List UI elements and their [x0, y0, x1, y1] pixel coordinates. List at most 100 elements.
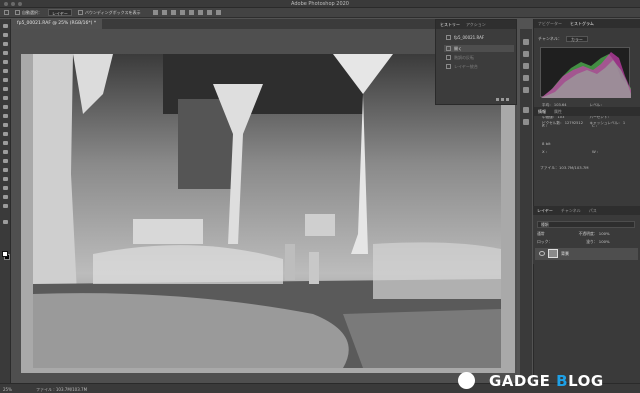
tab-navigator[interactable]: ナビゲーター — [538, 19, 562, 28]
tab-info[interactable]: 情報 — [538, 107, 546, 116]
watermark: GADGE BLOG — [450, 368, 640, 393]
checkbox-icon[interactable] — [77, 10, 83, 15]
stat-pixels: ピクセル数： 12792512 — [542, 121, 583, 125]
color-panel-icon[interactable] — [523, 39, 529, 45]
watermark-text: GADGE BLOG — [489, 372, 604, 390]
tab-histogram[interactable]: ヒストグラム — [570, 19, 594, 28]
camera-icon[interactable] — [501, 98, 504, 101]
auto-select-checkbox[interactable]: 自動選択： — [15, 10, 42, 16]
inverted-park-photo[interactable] — [33, 54, 501, 368]
align-middle-icon[interactable] — [188, 10, 194, 15]
shape-tool-icon[interactable] — [2, 185, 9, 191]
adjustments-panel-icon[interactable] — [523, 63, 529, 69]
path-select-icon[interactable] — [2, 176, 9, 182]
move-tool-icon[interactable] — [2, 23, 9, 29]
blend-mode-dropdown[interactable]: 通常 — [537, 231, 545, 237]
tab-actions[interactable]: アクション — [466, 20, 486, 29]
app-title: Adobe Photoshop 2020 — [291, 1, 349, 7]
lasso-tool-icon[interactable] — [2, 41, 9, 47]
snapshot-thumb-icon — [446, 35, 451, 40]
snapshot-label: fp5_00021.RAF — [454, 35, 485, 40]
move-tool-icon[interactable] — [4, 10, 9, 15]
foreground-color-swatch[interactable] — [2, 251, 8, 257]
zoom-tool-icon[interactable] — [2, 203, 9, 209]
history-step-label: レイヤー統合 — [454, 64, 478, 69]
histogram-graph — [540, 47, 631, 98]
info-xy: X : — [542, 149, 548, 154]
history-panel-tabs: ヒストリー アクション — [436, 20, 516, 29]
marquee-tool-icon[interactable] — [2, 32, 9, 38]
more-options-icon[interactable] — [215, 10, 221, 15]
history-step-flatten[interactable]: レイヤー統合 — [444, 63, 514, 70]
align-left-icon[interactable] — [152, 10, 158, 15]
histogram-tabs: ナビゲーター ヒストグラム — [534, 19, 640, 28]
history-brush-icon[interactable] — [2, 113, 9, 119]
title-bar: Adobe Photoshop 2020 — [0, 0, 640, 8]
distribute-icon[interactable] — [206, 10, 212, 15]
blur-tool-icon[interactable] — [2, 140, 9, 146]
tab-layers[interactable]: レイヤー — [537, 206, 553, 215]
gradient-tool-icon[interactable] — [2, 131, 9, 137]
align-right-icon[interactable] — [170, 10, 176, 15]
new-document-icon[interactable] — [496, 98, 499, 101]
lock-label: ロック： — [537, 239, 553, 244]
tab-paths[interactable]: パス — [589, 206, 597, 215]
dodge-tool-icon[interactable] — [2, 149, 9, 155]
tab-channels[interactable]: チャンネル — [561, 206, 581, 215]
eyedropper-icon[interactable] — [2, 77, 9, 83]
opacity-field[interactable]: 不透明度： 100% — [579, 231, 610, 237]
frame-tool-icon[interactable] — [2, 68, 9, 74]
tab-history[interactable]: ヒストリー — [440, 20, 460, 29]
swatches-panel-icon[interactable] — [523, 51, 529, 57]
checkbox-icon[interactable] — [15, 10, 20, 15]
watermark-logo-icon — [458, 372, 475, 389]
hand-tool-icon[interactable] — [2, 194, 9, 200]
layer-select-dropdown[interactable]: レイヤー — [48, 9, 72, 16]
tab-properties[interactable]: 属性 — [554, 107, 562, 116]
history-step-invert[interactable]: 階調の反転 — [444, 54, 514, 61]
step-icon — [446, 46, 451, 51]
history-panel: ヒストリー アクション fp5_00021.RAF 開く 階調の反転 レイヤー統… — [435, 19, 517, 105]
info-rgb: R : — [542, 123, 548, 128]
step-icon — [446, 64, 451, 69]
character-panel-icon[interactable] — [523, 119, 529, 125]
channel-selector: チャンネル： カラー — [538, 36, 588, 42]
info-wh: W : — [592, 149, 599, 154]
watermark-accent: B — [556, 371, 569, 390]
magic-wand-icon[interactable] — [2, 50, 9, 56]
history-step-label: 階調の反転 — [454, 55, 474, 60]
brush-panel-icon[interactable] — [523, 107, 529, 113]
layer-thumbnail — [548, 249, 558, 258]
styles-panel-icon[interactable] — [523, 75, 529, 81]
document-tab[interactable]: fp5_00021.RAF @ 25% (RGB/16*) * — [11, 19, 103, 29]
zoom-level[interactable]: 25% — [3, 387, 12, 392]
more-tools-icon[interactable] — [2, 219, 9, 225]
channel-dropdown[interactable]: カラー — [565, 36, 588, 42]
layer-filter[interactable]: 種類 — [537, 221, 635, 228]
libraries-panel-icon[interactable] — [523, 87, 529, 93]
fill-field[interactable]: 塗り： 100% — [586, 239, 609, 245]
pen-tool-icon[interactable] — [2, 158, 9, 164]
healing-brush-icon[interactable] — [2, 86, 9, 92]
layer-row-background[interactable]: 背景 — [535, 248, 638, 260]
align-bottom-icon[interactable] — [197, 10, 203, 15]
type-tool-icon[interactable] — [2, 167, 9, 173]
align-center-icon[interactable] — [161, 10, 167, 15]
eraser-icon[interactable] — [2, 122, 9, 128]
history-step-open[interactable]: 開く — [444, 45, 514, 52]
layer-name: 背景 — [561, 251, 569, 256]
layers-panel: レイヤー チャンネル パス 種類 通常 不透明度： 100% ロック： 塗り： … — [533, 206, 640, 264]
trash-icon[interactable] — [506, 98, 509, 101]
crop-tool-icon[interactable] — [2, 59, 9, 65]
align-top-icon[interactable] — [179, 10, 185, 15]
history-snapshot[interactable]: fp5_00021.RAF — [444, 34, 514, 41]
clone-stamp-icon[interactable] — [2, 104, 9, 110]
watermark-part2: LOG — [568, 371, 604, 390]
eye-icon[interactable] — [539, 251, 545, 256]
file-info: ファイル : 103.7M/103.7M — [36, 387, 88, 392]
kind-label: 種類 — [541, 222, 549, 227]
right-dock: ナビゲーター ヒストグラム チャンネル： カラー 平均： 103.64 レベル：… — [533, 19, 640, 383]
blend-row: 通常 不透明度： 100% — [537, 231, 610, 237]
bounding-box-checkbox[interactable]: バウンディングボックスを表示 — [77, 10, 141, 16]
brush-tool-icon[interactable] — [2, 95, 9, 101]
